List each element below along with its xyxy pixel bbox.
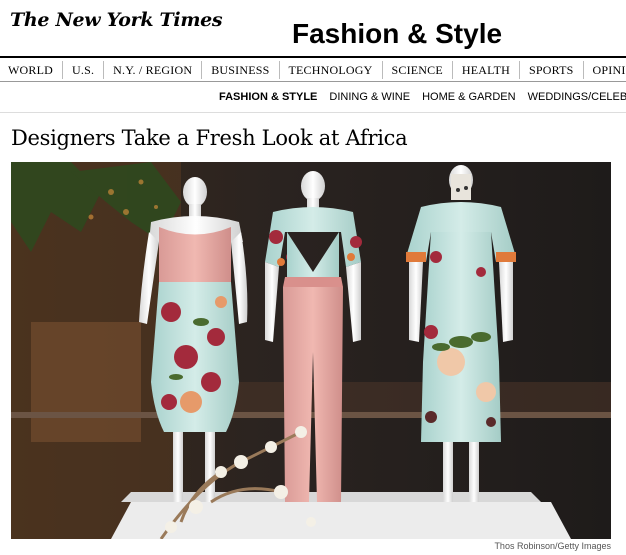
nav-item-health[interactable]: HEALTH: [453, 60, 520, 79]
subnav-item-dining-wine[interactable]: DINING & WINE: [329, 91, 410, 103]
subnav-item-weddings[interactable]: WEDDINGS/CELEBRATIONS: [528, 91, 626, 103]
subnav-item-fashion-style[interactable]: FASHION & STYLE: [219, 91, 317, 103]
nav-item-science[interactable]: SCIENCE: [383, 60, 453, 79]
sub-nav: FASHION & STYLE DINING & WINE HOME & GAR…: [0, 85, 626, 109]
nav-item-us[interactable]: U.S.: [63, 60, 105, 79]
section-title[interactable]: Fashion & Style: [292, 18, 502, 50]
article-photo[interactable]: [11, 162, 611, 539]
article-headline: Designers Take a Fresh Look at Africa: [11, 126, 408, 150]
nav-item-ny-region[interactable]: N.Y. / REGION: [104, 60, 203, 79]
masthead: The New York Times Fashion & Style: [0, 0, 626, 56]
nyt-logo[interactable]: The New York Times: [10, 9, 223, 31]
nav-item-sports[interactable]: SPORTS: [520, 60, 584, 79]
nav-item-technology[interactable]: TECHNOLOGY: [280, 60, 383, 79]
nav-item-opinion[interactable]: OPINION: [584, 61, 626, 79]
divider: [0, 112, 626, 113]
main-nav: WORLD U.S. N.Y. / REGION BUSINESS TECHNO…: [0, 56, 626, 82]
photo-credit: Thos Robinson/Getty Images: [494, 541, 611, 551]
nav-item-business[interactable]: BUSINESS: [202, 60, 280, 79]
subnav-item-home-garden[interactable]: HOME & GARDEN: [422, 91, 516, 103]
nav-item-world[interactable]: WORLD: [0, 60, 63, 79]
